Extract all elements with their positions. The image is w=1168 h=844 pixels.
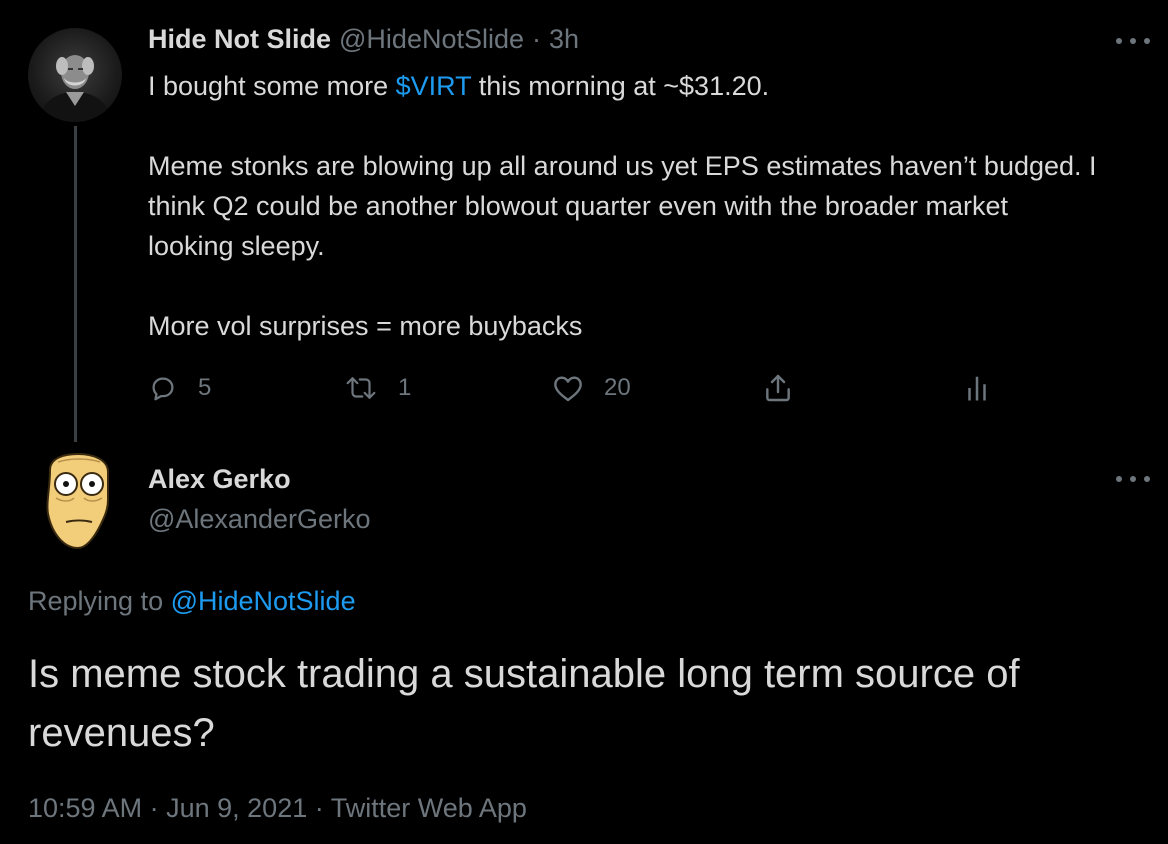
- analytics-icon: [964, 373, 990, 403]
- replying-to-mention[interactable]: @HideNotSlide: [171, 586, 356, 616]
- body-text: I bought some more: [148, 71, 396, 101]
- reply-icon: [148, 373, 178, 403]
- tweet-source: Twitter Web App: [330, 793, 527, 823]
- reply-tweet-body: Is meme stock trading a sustainable long…: [28, 652, 1020, 755]
- tweet-paragraph: I bought some more $VIRT this morning at…: [148, 66, 1108, 106]
- retweet-button[interactable]: 1: [344, 368, 411, 408]
- cashtag-link[interactable]: $VIRT: [396, 71, 472, 101]
- reply-button[interactable]: 5: [148, 368, 211, 408]
- tweet-metadata: 10:59 AM · Jun 9, 2021 · Twitter Web App: [28, 793, 527, 824]
- reply-author-name[interactable]: Alex Gerko: [148, 464, 291, 495]
- retweet-count: 1: [398, 374, 412, 401]
- meta-separator: ·: [314, 793, 324, 823]
- parent-tweet-avatar[interactable]: [28, 28, 122, 122]
- header-separator: ·: [532, 24, 542, 54]
- reply-author-handle[interactable]: @AlexanderGerko: [148, 504, 371, 535]
- thread-connector-line: [74, 126, 77, 442]
- like-count: 20: [604, 374, 631, 401]
- replying-to-label: Replying to: [28, 586, 171, 616]
- share-icon: [762, 372, 794, 404]
- parent-tweet-body: I bought some more $VIRT this morning at…: [148, 66, 1108, 346]
- like-button[interactable]: 20: [552, 368, 631, 408]
- more-horizontal-icon[interactable]: [1116, 36, 1150, 46]
- tweet-timestamp[interactable]: 10:59 AM: [28, 793, 142, 823]
- replying-to-line: Replying to @HideNotSlide: [28, 586, 356, 617]
- analytics-button[interactable]: [964, 368, 990, 408]
- share-button[interactable]: [762, 368, 794, 408]
- tweet-date[interactable]: Jun 9, 2021: [166, 793, 307, 823]
- tweet-paragraph: Meme stonks are blowing up all around us…: [148, 151, 1097, 261]
- more-horizontal-icon[interactable]: [1116, 474, 1150, 484]
- parent-tweet-header: Hide Not Slide @HideNotSlide · 3h: [148, 24, 579, 60]
- reply-count: 5: [198, 374, 212, 401]
- heart-icon: [552, 373, 584, 403]
- meta-separator: ·: [149, 793, 159, 823]
- reply-tweet-avatar[interactable]: [40, 452, 116, 552]
- parent-author-name[interactable]: Hide Not Slide: [148, 24, 331, 55]
- parent-author-handle[interactable]: @HideNotSlide: [339, 24, 524, 55]
- tweet-paragraph: More vol surprises = more buybacks: [148, 311, 583, 341]
- body-text: this morning at ~$31.20.: [471, 71, 770, 101]
- parent-tweet-time[interactable]: 3h: [549, 24, 579, 55]
- retweet-icon: [344, 373, 378, 403]
- tweet-action-bar: 5 1 20: [148, 368, 1008, 408]
